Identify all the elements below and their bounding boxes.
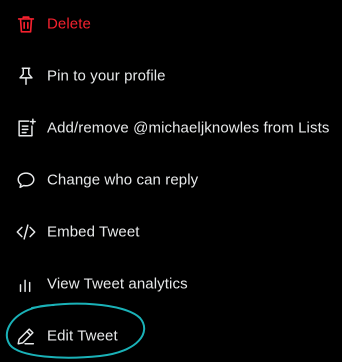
menu-item-edit[interactable]: Edit Tweet [0,310,342,362]
pin-icon [15,65,37,87]
pencil-icon [15,325,37,347]
menu-item-label: View Tweet analytics [47,275,188,293]
menu-item-label: Pin to your profile [47,67,166,85]
menu-item-label: Embed Tweet [47,223,140,241]
menu-item-label: Add/remove @michaeljknowles from Lists [47,119,330,137]
menu-item-pin[interactable]: Pin to your profile [0,50,342,102]
menu-item-label: Change who can reply [47,171,199,189]
list-add-icon [15,117,37,139]
menu-item-label: Edit Tweet [47,327,118,345]
menu-item-delete[interactable]: Delete [0,0,342,50]
code-icon [15,221,37,243]
menu-item-label: Delete [47,15,91,33]
analytics-icon [15,273,37,295]
menu-item-embed[interactable]: Embed Tweet [0,206,342,258]
menu-item-lists[interactable]: Add/remove @michaeljknowles from Lists [0,102,342,154]
tweet-options-menu: Delete Pin to your profile Add/remove @m… [0,0,342,362]
menu-item-analytics[interactable]: View Tweet analytics [0,258,342,310]
menu-item-reply-settings[interactable]: Change who can reply [0,154,342,206]
reply-bubble-icon [15,169,37,191]
trash-icon [15,13,37,35]
